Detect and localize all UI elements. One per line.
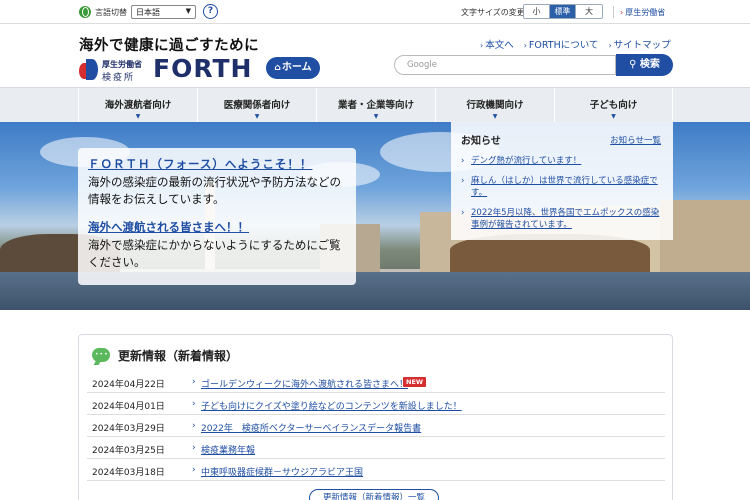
chevron-down-icon: ▼ — [185, 7, 191, 15]
notice-item[interactable]: 麻しん（はしか）は世界で流行している感染症です。 — [461, 175, 663, 199]
notice-all-link[interactable]: お知らせ一覧 — [610, 134, 661, 146]
nav-item-business[interactable]: 業者・企業等向け ▼ — [316, 88, 435, 123]
help-icon[interactable]: ? — [203, 4, 218, 19]
search-button-label: 検索 — [639, 59, 660, 70]
home-button-label: ホーム — [281, 62, 312, 73]
search-icon: ⚲ — [629, 59, 637, 70]
mhlw-link[interactable]: › 厚生労働省 — [620, 7, 665, 18]
news-date: 2024年03月29日 — [92, 424, 165, 434]
main-nav: 海外渡航者向け ▼ 医療関係者向け ▼ 業者・企業等向け ▼ 行政機関向け ▼ 子ども向… — [0, 87, 750, 123]
font-size-large-button[interactable]: 大 — [576, 5, 602, 18]
arrow-icon: › — [620, 8, 624, 17]
home-button[interactable]: ⌂ホーム — [266, 57, 320, 79]
news-title: 更新情報（新着情報） — [118, 349, 239, 363]
font-size-switcher: 小 標準 大 — [523, 4, 603, 19]
nav-item-kids[interactable]: 子ども向け ▼ — [554, 88, 673, 123]
travel-title-link[interactable]: 海外へ渡航される皆さまへ！！ — [88, 219, 346, 235]
notice-item[interactable]: デング熱が流行しています！ — [461, 155, 663, 167]
news-all-button[interactable]: 更新情報（新着情報）一覧 — [309, 489, 439, 500]
news-date: 2024年04月22日 — [92, 380, 165, 390]
chevron-down-icon: ▼ — [254, 113, 260, 120]
header-links: › 本文へ › FORTHについて › サイトマップ — [480, 37, 671, 51]
mhlw-link-label: 厚生労働省 — [625, 8, 666, 17]
header-link-sitemap[interactable]: › サイトマップ — [608, 37, 670, 51]
site-tagline: 海外で健康に過ごすために — [79, 38, 260, 54]
news-link[interactable]: ゴールデンウィークに海外へ渡航される皆さまへ！ — [192, 377, 408, 390]
font-size-small-button[interactable]: 小 — [524, 5, 550, 18]
nav-item-label: 子ども向け — [589, 100, 638, 111]
header-link-label: サイトマップ — [613, 40, 671, 51]
arrow-icon: › — [480, 41, 484, 50]
chevron-down-icon: ▼ — [611, 113, 616, 120]
header-link-label: FORTHについて — [528, 40, 599, 51]
news-row: 2024年04月22日 ゴールデンウィークに海外へ渡航される皆さまへ！ NEW — [87, 371, 665, 393]
arrow-icon: › — [608, 41, 612, 50]
language-select[interactable]: 日本語 ▼ — [131, 5, 196, 19]
nav-item-label: 医療関係者向け — [223, 100, 291, 111]
news-section: ••• 更新情報（新着情報） 2024年04月22日 ゴールデンウィークに海外へ… — [78, 334, 673, 500]
news-date: 2024年03月25日 — [92, 446, 165, 456]
nav-item-travelers[interactable]: 海外渡航者向け ▼ — [78, 88, 197, 123]
welcome-panel: ＦＯＲＴＨ（フォース）へようこそ！！ 海外の感染症の最新の流行状況や予防方法など… — [78, 148, 356, 285]
welcome-title-link[interactable]: ＦＯＲＴＨ（フォース）へようこそ！！ — [88, 156, 346, 172]
divider — [613, 6, 614, 18]
news-row: 2024年03月25日 検疫業務年報 — [87, 437, 665, 459]
nav-item-medical[interactable]: 医療関係者向け ▼ — [197, 88, 316, 123]
search-button[interactable]: ⚲ 検索 — [616, 54, 673, 76]
nav-item-label: 行政機関向け — [466, 100, 524, 111]
language-label: 言語切替 — [95, 8, 127, 17]
logo-station-text: 検疫所 — [102, 73, 136, 83]
globe-icon — [79, 6, 91, 18]
header-link-main-content[interactable]: › 本文へ — [480, 37, 514, 51]
chevron-down-icon: ▼ — [492, 113, 498, 120]
header-link-label: 本文へ — [485, 40, 514, 51]
nav-item-label: 業者・企業等向け — [337, 100, 414, 111]
nav-item-government[interactable]: 行政機関向け ▼ — [435, 88, 554, 123]
font-size-label: 文字サイズの変更 — [461, 8, 525, 17]
chevron-down-icon: ▼ — [135, 113, 141, 120]
new-badge: NEW — [403, 377, 427, 387]
chevron-down-icon: ▼ — [373, 113, 379, 120]
news-link[interactable]: 検疫業務年報 — [192, 443, 255, 456]
home-icon: ⌂ — [274, 63, 281, 73]
utility-bar: 言語切替 日本語 ▼ ? 文字サイズの変更 小 標準 大 › 厚生労働省 — [0, 0, 750, 24]
arrow-icon: › — [523, 41, 527, 50]
site-logo[interactable]: FORTH — [153, 54, 252, 83]
news-date: 2024年03月18日 — [92, 468, 165, 478]
news-link[interactable]: 中東呼吸器症候群－サウジアラビア王国 — [192, 465, 363, 478]
header-link-about[interactable]: › FORTHについて — [524, 37, 599, 51]
logo-ministry-text: 厚生労働省 — [102, 60, 142, 69]
welcome-text: 海外の感染症の最新の流行状況や予防方法などの情報をお伝えしています。 — [88, 175, 341, 206]
news-link[interactable]: 子ども向けにクイズや塗り絵などのコンテンツを新設しました！ — [192, 399, 462, 412]
nav-item-label: 海外渡航者向け — [104, 100, 172, 111]
chat-bubble-icon: ••• — [92, 348, 110, 362]
search-input[interactable]: Google — [394, 55, 616, 75]
news-row: 2024年03月29日 2022年 検疫所ベクターサーベイランスデータ報告書 — [87, 415, 665, 437]
news-link[interactable]: 2022年 検疫所ベクターサーベイランスデータ報告書 — [192, 421, 421, 434]
news-row: 2024年04月01日 子ども向けにクイズや塗り絵などのコンテンツを新設しました… — [87, 393, 665, 415]
notice-item[interactable]: 2022年5月以降、世界各国でエムポックスの感染事例が報告されています。 — [461, 207, 663, 231]
travel-text: 海外で感染症にかからないようにするためにご覧ください。 — [88, 238, 341, 269]
notice-panel: お知らせ お知らせ一覧 デング熱が流行しています！ 麻しん（はしか）は世界で流行… — [451, 122, 673, 240]
font-size-standard-button[interactable]: 標準 — [550, 5, 576, 18]
language-selected-value: 日本語 — [136, 8, 160, 17]
news-row: 2024年03月18日 中東呼吸器症候群－サウジアラビア王国 — [87, 459, 665, 481]
news-date: 2024年04月01日 — [92, 402, 165, 412]
logo-mark-icon[interactable] — [79, 59, 98, 80]
